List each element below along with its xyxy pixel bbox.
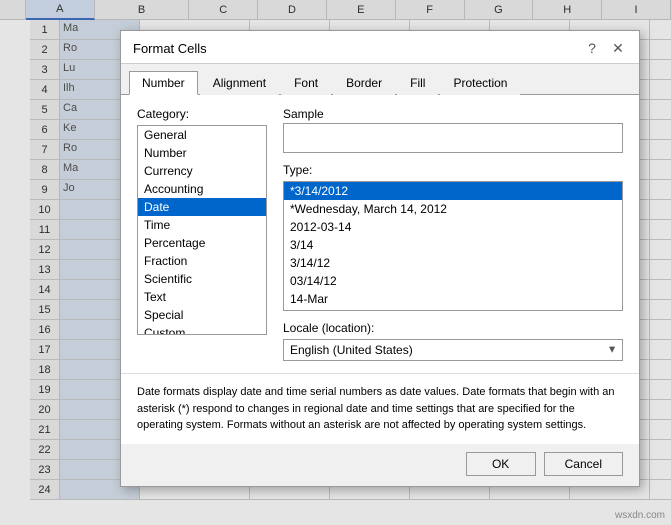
two-column-layout: Category: GeneralNumberCurrencyAccountin…: [137, 107, 623, 361]
category-item-number[interactable]: Number: [138, 144, 266, 162]
locale-select-wrapper: English (United States)English (United K…: [283, 339, 623, 361]
dialog-footer: OK Cancel: [121, 444, 639, 486]
ok-button[interactable]: OK: [466, 452, 536, 476]
locale-select[interactable]: English (United States)English (United K…: [283, 339, 623, 361]
dialog-title: Format Cells: [133, 41, 207, 56]
dialog-body: Category: GeneralNumberCurrencyAccountin…: [121, 95, 639, 373]
tab-protection[interactable]: Protection: [440, 71, 520, 95]
type-item[interactable]: *3/14/2012: [284, 182, 622, 200]
type-list-container: *3/14/2012*Wednesday, March 14, 20122012…: [283, 181, 623, 311]
type-item[interactable]: 3/14: [284, 236, 622, 254]
tab-number[interactable]: Number: [129, 71, 198, 95]
category-label: Category:: [137, 107, 267, 121]
category-item-scientific[interactable]: Scientific: [138, 270, 266, 288]
type-item[interactable]: *Wednesday, March 14, 2012: [284, 200, 622, 218]
tab-fill[interactable]: Fill: [397, 71, 438, 95]
type-list[interactable]: *3/14/2012*Wednesday, March 14, 20122012…: [283, 181, 623, 311]
description-text: Date formats display date and time seria…: [121, 373, 639, 444]
tab-border[interactable]: Border: [333, 71, 395, 95]
title-controls: ? ✕: [583, 39, 627, 57]
category-item-date[interactable]: Date: [138, 198, 266, 216]
tab-font[interactable]: Font: [281, 71, 331, 95]
cancel-button[interactable]: Cancel: [544, 452, 623, 476]
category-item-general[interactable]: General: [138, 126, 266, 144]
category-item-special[interactable]: Special: [138, 306, 266, 324]
tab-bar: NumberAlignmentFontBorderFillProtection: [121, 64, 639, 95]
category-item-accounting[interactable]: Accounting: [138, 180, 266, 198]
locale-label: Locale (location):: [283, 321, 623, 335]
type-item[interactable]: 14-Mar: [284, 290, 622, 308]
right-panel: Sample Type: *3/14/2012*Wednesday, March…: [283, 107, 623, 361]
type-item[interactable]: 2012-03-14: [284, 218, 622, 236]
category-item-custom[interactable]: Custom: [138, 324, 266, 335]
category-item-percentage[interactable]: Percentage: [138, 234, 266, 252]
close-button[interactable]: ✕: [609, 39, 627, 57]
category-item-time[interactable]: Time: [138, 216, 266, 234]
title-bar: Format Cells ? ✕: [121, 31, 639, 64]
category-item-fraction[interactable]: Fraction: [138, 252, 266, 270]
sample-label: Sample: [283, 107, 623, 121]
dialog-overlay: Format Cells ? ✕ NumberAlignmentFontBord…: [0, 0, 671, 525]
category-panel: Category: GeneralNumberCurrencyAccountin…: [137, 107, 267, 361]
category-list[interactable]: GeneralNumberCurrencyAccountingDateTimeP…: [137, 125, 267, 335]
sample-box: [283, 123, 623, 153]
format-cells-dialog: Format Cells ? ✕ NumberAlignmentFontBord…: [120, 30, 640, 487]
tab-alignment[interactable]: Alignment: [200, 71, 279, 95]
help-button[interactable]: ?: [583, 39, 601, 57]
type-item[interactable]: 03/14/12: [284, 272, 622, 290]
category-item-currency[interactable]: Currency: [138, 162, 266, 180]
watermark: wsxdn.com: [615, 510, 665, 521]
type-item[interactable]: 3/14/12: [284, 254, 622, 272]
type-label: Type:: [283, 163, 623, 177]
category-item-text[interactable]: Text: [138, 288, 266, 306]
